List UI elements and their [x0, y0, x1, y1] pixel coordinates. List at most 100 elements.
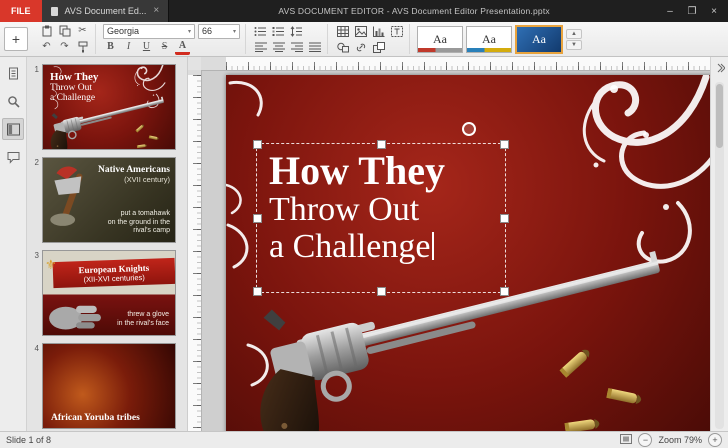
minimize-button[interactable]: – [659, 2, 681, 20]
slide-number: 3 [29, 250, 39, 336]
add-slide-button[interactable]: + [4, 27, 28, 51]
resize-handle-bottom-right[interactable] [500, 287, 509, 296]
scrollbar-thumb[interactable] [716, 84, 723, 148]
italic-button[interactable]: I [121, 41, 136, 54]
format-painter-icon[interactable] [75, 41, 90, 54]
theme-color-strip [467, 48, 511, 52]
theme-color-strip [418, 48, 462, 52]
undo-icon[interactable]: ↶ [39, 41, 54, 54]
insert-image-icon[interactable] [353, 25, 368, 38]
resize-handle-bottom-left[interactable] [253, 287, 262, 296]
comments-icon[interactable] [3, 147, 23, 167]
redo-icon[interactable]: ↷ [57, 41, 72, 54]
title-line-1: How They [269, 150, 505, 192]
insert-group [330, 24, 410, 54]
slide-2-thumb-title: Native Americans (XVII century) [98, 165, 170, 184]
zoom-out-button[interactable]: − [638, 433, 652, 447]
text-caret [432, 232, 434, 260]
slide-3-thumbnail[interactable]: European Knights (XII-XVI centuries) ⚜ t… [42, 250, 176, 336]
theme-thumbnail-1[interactable]: Aa [417, 26, 463, 53]
slide-1-thumbnail[interactable]: How They Throw Out a Challenge [42, 64, 176, 150]
slide-2-thumbnail[interactable]: Native Americans (XVII century) put a to… [42, 157, 176, 243]
align-justify-icon[interactable] [307, 41, 322, 54]
window-controls: – ❐ × [659, 0, 728, 22]
theme-label: Aa [433, 32, 447, 47]
gallery-scroll-up-icon[interactable]: ▲ [566, 29, 582, 39]
search-icon[interactable] [3, 91, 23, 111]
insert-shape-icon[interactable] [335, 41, 350, 54]
align-left-icon[interactable] [253, 41, 268, 54]
close-button[interactable]: × [703, 2, 725, 20]
vertical-scrollbar[interactable] [715, 82, 724, 429]
font-color-button[interactable]: A [175, 39, 190, 55]
resize-handle-middle-left[interactable] [253, 214, 262, 223]
rotate-handle[interactable] [462, 122, 476, 136]
insert-table-icon[interactable] [335, 25, 350, 38]
right-icon-strip [710, 57, 728, 431]
insert-textbox-icon[interactable] [389, 25, 404, 38]
titlebar: FILE AVS Document Ed... × AVS DOCUMENT E… [0, 0, 728, 22]
bullet-list-icon[interactable] [253, 25, 268, 38]
align-center-icon[interactable] [271, 41, 286, 54]
pages-panel-icon[interactable] [3, 64, 23, 84]
arrange-objects-icon[interactable] [371, 41, 386, 54]
slide-3-banner: European Knights (XII-XVI centuries) [53, 258, 176, 288]
vertical-ruler-ticks [188, 75, 201, 431]
bold-button[interactable]: B [103, 41, 118, 54]
paste-icon[interactable] [39, 25, 54, 38]
document-tab-label: AVS Document Ed... [65, 6, 147, 16]
slide-number: 4 [29, 343, 39, 429]
slides-panel: 1 How They Throw Out a Challenge 2 [27, 57, 188, 431]
gallery-scroll-down-icon[interactable]: ▼ [566, 40, 582, 50]
font-family-value: Georgia [107, 26, 139, 36]
resize-handle-bottom-middle[interactable] [377, 287, 386, 296]
insert-hyperlink-icon[interactable] [353, 41, 368, 54]
slide-4-thumb-title: African Yoruba tribes [51, 413, 140, 423]
slide-thumbnail-row: 3 European Knights (XII-XVI centuries) ⚜… [29, 250, 183, 336]
copy-icon[interactable] [57, 25, 72, 38]
slide-number: 2 [29, 157, 39, 243]
maximize-button[interactable]: ❐ [681, 2, 703, 20]
vertical-ruler [188, 70, 202, 431]
insert-chart-icon[interactable] [371, 25, 386, 38]
theme-thumbnail-2[interactable]: Aa [466, 26, 512, 53]
underline-button[interactable]: U [139, 41, 154, 54]
ruler-corner [188, 57, 202, 71]
numbered-list-icon[interactable] [271, 25, 286, 38]
title-text[interactable]: How They Throw Out a Challenge [257, 144, 505, 265]
zoom-in-button[interactable]: + [708, 433, 722, 447]
fit-page-icon[interactable] [620, 434, 632, 446]
align-right-icon[interactable] [289, 41, 304, 54]
document-tab[interactable]: AVS Document Ed... × [42, 0, 170, 22]
font-size-select[interactable]: 66 ▾ [198, 24, 240, 39]
document-icon [51, 7, 58, 16]
window-title: AVS DOCUMENT EDITOR - AVS Document Edito… [169, 0, 659, 22]
theme-thumbnail-3-selected[interactable]: Aa [515, 25, 563, 54]
resize-handle-top-right[interactable] [500, 140, 509, 149]
resize-handle-top-middle[interactable] [377, 140, 386, 149]
slide-4-thumbnail[interactable]: African Yoruba tribes [42, 343, 176, 429]
strikethrough-button[interactable]: S [157, 41, 172, 54]
slide-number: 1 [29, 64, 39, 150]
file-menu-button[interactable]: FILE [0, 0, 42, 22]
title-line-2: Throw Out [269, 192, 505, 229]
paragraph-group [248, 24, 328, 54]
left-icon-strip [0, 57, 27, 431]
slide-editing-surface[interactable]: How They Throw Out a Challenge [226, 75, 710, 431]
collapse-panel-icon[interactable] [713, 61, 727, 75]
status-bar: Slide 1 of 8 − Zoom 79% + [0, 431, 728, 448]
selected-text-box[interactable]: How They Throw Out a Challenge [256, 143, 506, 293]
title-line-3: a Challenge [269, 229, 505, 266]
slide-thumbnail-row: 1 How They Throw Out a Challenge [29, 64, 183, 150]
resize-handle-middle-right[interactable] [500, 214, 509, 223]
tab-close-icon[interactable]: × [153, 6, 159, 16]
editor-canvas[interactable]: How They Throw Out a Challenge [188, 57, 710, 431]
font-family-select[interactable]: Georgia ▾ [103, 24, 195, 39]
resize-handle-top-left[interactable] [253, 140, 262, 149]
cut-icon[interactable]: ✂ [75, 25, 90, 38]
slides-panel-toggle-icon[interactable] [2, 118, 24, 140]
slide-counter: Slide 1 of 8 [6, 435, 620, 445]
line-spacing-icon[interactable] [289, 25, 304, 38]
chevron-down-icon: ▾ [188, 28, 191, 35]
slide-2-thumb-body: put a tomahawk on the ground in the riva… [108, 210, 170, 236]
